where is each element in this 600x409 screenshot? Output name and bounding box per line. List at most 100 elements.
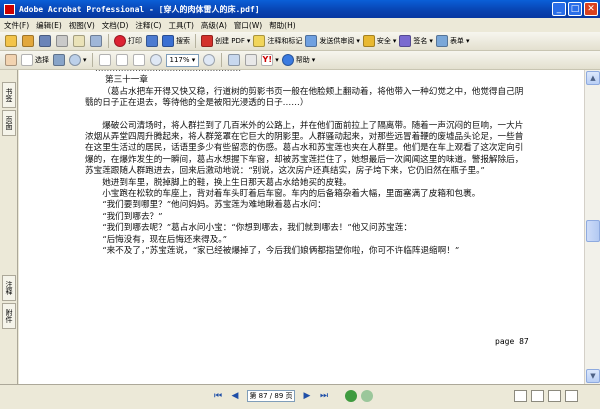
dialogue-line: “后悔没有，现在后悔还来得及。” (102, 234, 227, 245)
previous-view-button[interactable] (345, 390, 357, 402)
form-icon (435, 35, 448, 47)
hand-tool-button[interactable] (4, 53, 18, 67)
search-icon (162, 35, 174, 47)
paragraph: 小宝跑在松软的车座上，背对着车头盯着后车窗。车内的后备箱杂着大幅，里面塞满了皮箱… (102, 189, 481, 200)
tab-comments[interactable]: 注释 (2, 275, 16, 301)
secure-label: 安全 (376, 37, 391, 45)
email-button[interactable] (72, 34, 86, 48)
organizer-icon (22, 35, 34, 47)
rotate-button[interactable] (227, 53, 241, 67)
last-page-button[interactable]: ⏭ (318, 390, 330, 402)
help-button[interactable]: 帮助 ▾ (281, 53, 315, 67)
single-page-view-button[interactable] (514, 390, 527, 402)
chevron-down-icon: ▾ (83, 56, 87, 64)
menu-document[interactable]: 文档(D) (102, 20, 129, 31)
yahoo-search-button[interactable]: Y! ▾ (261, 53, 279, 67)
send-icon (305, 35, 318, 47)
tab-bookmarks[interactable]: 书签 (2, 82, 16, 108)
scroll-up-button[interactable]: ▲ (586, 71, 600, 85)
hand-icon (5, 54, 17, 66)
folder-icon (5, 35, 17, 47)
menu-file[interactable]: 文件(F) (4, 20, 29, 31)
open-button[interactable] (4, 34, 18, 48)
tab-pages[interactable]: 页面 (2, 110, 16, 136)
main-toolbar: 打印 搜索 创建 PDF ▾ 注释和标记 发送供审阅 ▾ 安全 ▾ 签名 ▾ 表单 ▾ (0, 32, 600, 51)
actual-size-button[interactable] (98, 53, 112, 67)
comment-icon (253, 35, 266, 47)
comment-markup-button[interactable]: 注释和标记 (253, 34, 302, 48)
toolbar-separator (108, 34, 109, 48)
tab-attachments[interactable]: 附件 (2, 303, 16, 329)
menu-comments[interactable]: 注释(C) (135, 20, 161, 31)
save-button[interactable] (38, 34, 52, 48)
sign-label: 签名 (413, 37, 428, 45)
menu-window[interactable]: 窗口(W) (234, 20, 262, 31)
printer-icon (56, 35, 68, 47)
create-pdf-button[interactable]: 创建 PDF ▾ (201, 34, 250, 48)
sign-button[interactable]: 签名 ▾ (399, 34, 433, 48)
select-label: 选择 (35, 56, 49, 64)
continuous-view-button[interactable] (531, 390, 544, 402)
search-button[interactable]: 搜索 (162, 34, 190, 48)
menu-bar: 文件(F) 编辑(E) 视图(V) 文档(D) 注释(C) 工具(T) 高级(A… (0, 18, 600, 32)
read-aloud-button[interactable] (244, 53, 258, 67)
vertical-scrollbar[interactable]: ▲ ▼ (584, 70, 600, 384)
fit-width-icon (132, 54, 145, 66)
zoom-select[interactable]: 117% ▾ (165, 53, 200, 67)
find-button[interactable] (145, 34, 159, 48)
chevron-down-icon: ▾ (429, 37, 433, 45)
help-label: 帮助 (295, 56, 310, 64)
attach-button[interactable] (89, 34, 103, 48)
disk-icon (39, 35, 51, 47)
chevron-down-icon: ▾ (275, 56, 279, 64)
zoom-out-button[interactable] (149, 53, 163, 67)
menu-view[interactable]: 视图(V) (69, 20, 95, 31)
title-bar: Adobe Acrobat Professional - [穿人的肉体雷人的床.… (0, 0, 600, 18)
secure-button[interactable]: 安全 ▾ (362, 34, 396, 48)
continuous-facing-view-button[interactable] (565, 390, 578, 402)
print-button[interactable]: 打印 (114, 34, 142, 48)
first-page-button[interactable]: ⏮ (212, 390, 224, 402)
dialogue-line: “我们到哪去呢？”葛占水问小宝：“你想到哪去，我们就到哪去！”他又问苏宝莲： (102, 223, 412, 234)
document-view[interactable]: …………………………………………… 第三十一章 （葛占水把车开得又快又稳，行道树… (19, 70, 584, 384)
zoom-value: 117% (169, 56, 190, 64)
create-pdf-icon (201, 35, 213, 47)
lock-icon (362, 35, 375, 47)
zoom-in-button[interactable] (202, 53, 216, 67)
menu-tools[interactable]: 工具(T) (168, 20, 193, 31)
fit-width-button[interactable] (132, 53, 146, 67)
minimize-button[interactable]: _ (552, 2, 566, 16)
magnifier-icon (69, 54, 81, 66)
next-page-button[interactable]: ▶ (301, 390, 313, 402)
cursor-icon (21, 54, 33, 66)
close-button[interactable]: ✕ (584, 2, 598, 16)
print-label: 打印 (128, 37, 142, 45)
menu-advanced[interactable]: 高级(A) (201, 20, 227, 31)
chevron-down-icon: ▾ (246, 37, 251, 45)
page-number-field[interactable]: 第 87 / 89 页 (247, 390, 295, 402)
fit-page-icon (115, 54, 128, 66)
print-icon-button[interactable] (55, 34, 69, 48)
scroll-down-button[interactable]: ▼ (586, 369, 600, 383)
send-review-button[interactable]: 发送供审阅 ▾ (305, 34, 360, 48)
forms-label: 表单 (449, 37, 464, 45)
forms-button[interactable]: 表单 ▾ (435, 34, 470, 48)
scroll-thumb[interactable] (586, 220, 600, 242)
organizer-button[interactable] (21, 34, 35, 48)
status-bar: ⏮ ◀ 第 87 / 89 页 ▶ ⏭ (0, 384, 600, 409)
page-number-label: page 87 (495, 337, 529, 346)
menu-edit[interactable]: 编辑(E) (36, 20, 62, 31)
fit-page-button[interactable] (115, 53, 129, 67)
maximize-button[interactable]: □ (568, 2, 582, 16)
pdf-page: …………………………………………… 第三十一章 （葛占水把车开得又快又稳，行道树… (85, 70, 525, 258)
facing-view-button[interactable] (548, 390, 561, 402)
binoculars-icon (146, 35, 158, 47)
acrobat-app-icon[interactable] (4, 3, 15, 15)
zoom-tool-button[interactable]: ▾ (69, 53, 87, 67)
select-tool-button[interactable]: 选择 (21, 53, 49, 67)
chevron-down-icon: ▾ (465, 37, 470, 45)
prev-page-button[interactable]: ◀ (229, 390, 241, 402)
menu-help[interactable]: 帮助(H) (269, 20, 296, 31)
next-view-button[interactable] (361, 390, 373, 402)
snapshot-button[interactable] (52, 53, 66, 67)
